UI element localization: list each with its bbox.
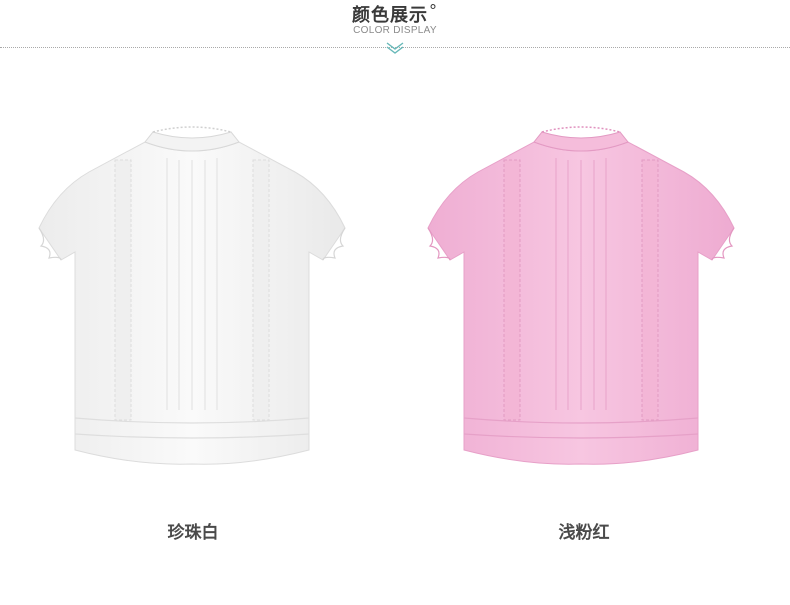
- section-title-text: 颜色展示: [352, 5, 428, 26]
- product-label-white: 珍珠白: [167, 523, 219, 543]
- blouse-illustration-pink: [427, 126, 735, 465]
- product-label-pink: 浅粉红: [558, 523, 610, 543]
- section-subtitle: COLOR DISPLAY: [353, 25, 437, 36]
- section-header: 颜色展示° COLOR DISPLAY: [0, 0, 790, 60]
- degree-mark: °: [429, 1, 438, 20]
- double-chevron-down-icon: [386, 42, 404, 54]
- product-image-white-blouse: [27, 120, 357, 480]
- product-image-pink-blouse: [416, 120, 746, 480]
- blouse-illustration-white: [38, 126, 346, 465]
- section-title: 颜色展示°: [0, 1, 790, 27]
